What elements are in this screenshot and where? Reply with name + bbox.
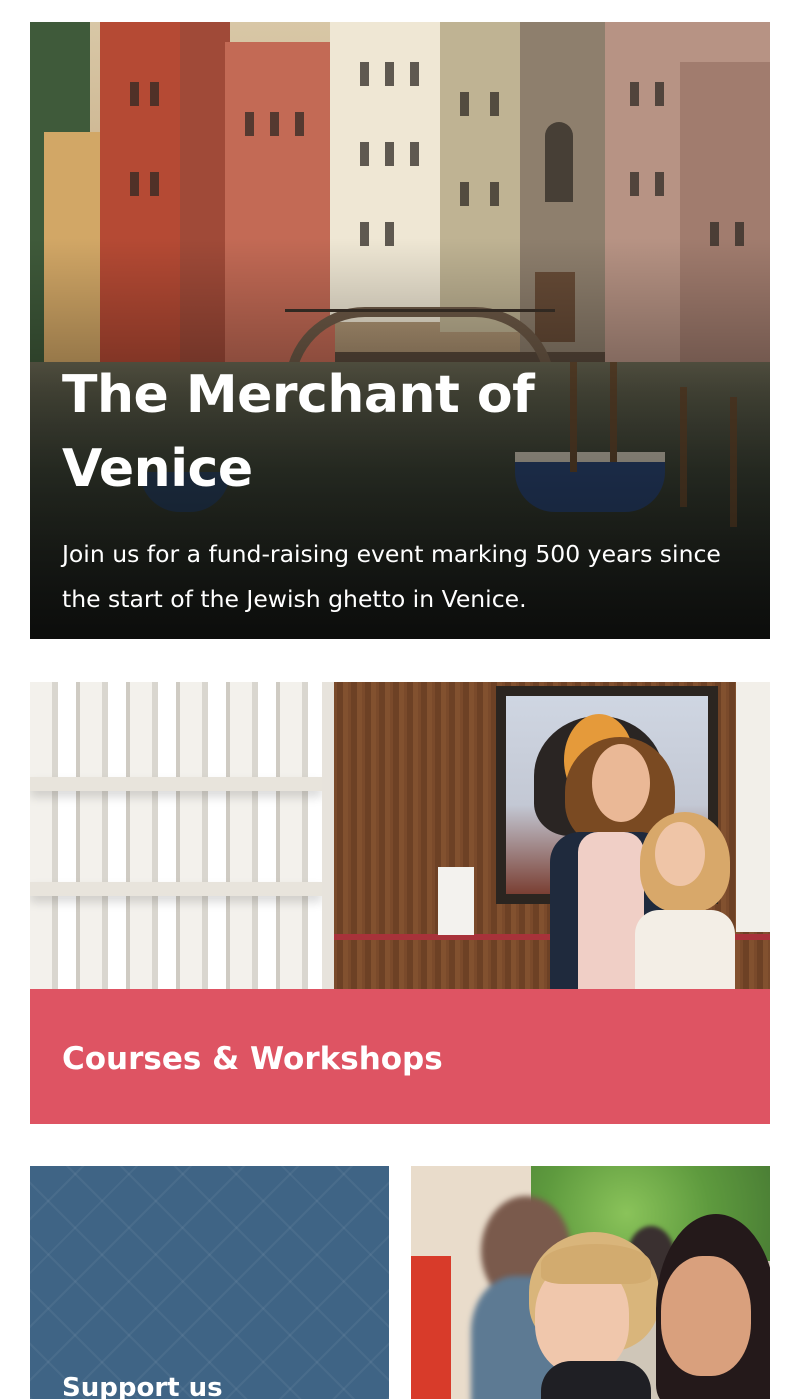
smiling-people-card[interactable] (411, 1166, 770, 1399)
event-card-merchant-of-venice[interactable]: The Merchant of Venice Join us for a fun… (30, 22, 770, 639)
support-us-label[interactable]: Support us (62, 1370, 223, 1399)
support-us-card[interactable]: Support us (30, 1166, 389, 1399)
courses-band[interactable]: Courses & Workshops (30, 989, 770, 1124)
museum-visitors-image (30, 682, 770, 989)
event-description: Join us for a fund-raising event marking… (62, 540, 721, 613)
courses-workshops-card[interactable]: Courses & Workshops (30, 682, 770, 1124)
courses-workshops-label[interactable]: Courses & Workshops (62, 1039, 443, 1079)
event-title[interactable]: The Merchant of Venice (62, 358, 622, 506)
